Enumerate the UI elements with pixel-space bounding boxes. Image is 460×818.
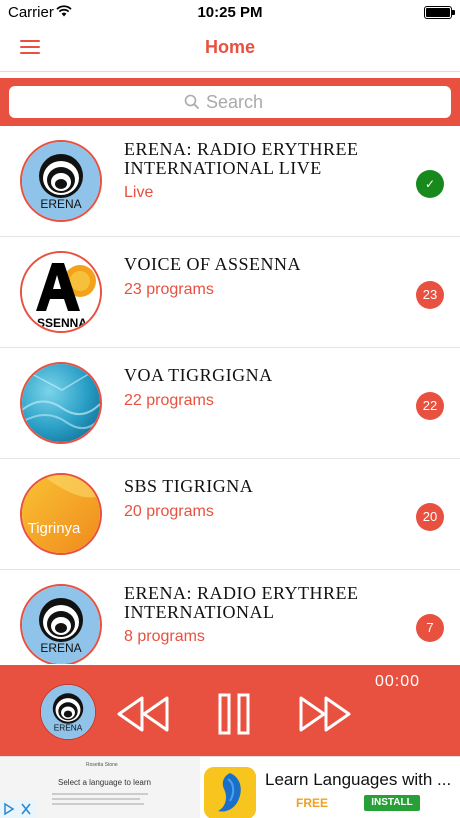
- search-field[interactable]: [9, 86, 451, 118]
- assenna-logo-text: SSENNA: [37, 316, 87, 330]
- battery-icon: [424, 6, 455, 19]
- ad-tagline: Select a language to learn: [58, 778, 151, 787]
- ad-headline: Learn Languages with ...: [265, 770, 452, 789]
- station-name: VOA TIGRGIGNA: [124, 365, 273, 385]
- program-count-badge: 23: [416, 281, 444, 309]
- artwork-logo-text: ERENA: [54, 723, 83, 733]
- station-subtitle: 8 programs: [124, 628, 205, 645]
- erena-logo-text: ERENA: [40, 641, 81, 655]
- status-bar: Carrier 10:25 PM: [0, 0, 460, 26]
- station-row-sbs[interactable]: Tigrinya SBS TIGRIGNA 20 programs 20: [0, 459, 460, 570]
- station-name: ERENA: RADIO ERYTHREE INTERNATIONAL: [124, 583, 359, 622]
- station-subtitle: 20 programs: [124, 503, 214, 520]
- program-count-badge: 7: [416, 614, 444, 642]
- elapsed-time: 00:00: [374, 673, 420, 690]
- clock: 10:25 PM: [197, 4, 263, 21]
- station-row-assenna[interactable]: SSENNA VOICE OF ASSENNA 23 programs 23: [0, 237, 460, 348]
- nav-bar: Home: [0, 26, 460, 72]
- search-icon: [184, 94, 200, 110]
- station-subtitle: Live: [124, 184, 154, 201]
- search-bar: [0, 78, 460, 126]
- sbs-tigrinya-logo: Tigrinya: [20, 473, 102, 555]
- station-subtitle: 23 programs: [124, 281, 214, 298]
- station-subtitle: 22 programs: [124, 392, 214, 409]
- station-row-voa[interactable]: VOA TIGRGIGNA 22 programs 22: [0, 348, 460, 459]
- station-name: ERENA: RADIO ERYTHREE INTERNATIONAL LIVE: [124, 139, 359, 178]
- program-count-badge: 20: [416, 503, 444, 531]
- assenna-logo: SSENNA: [20, 251, 102, 333]
- live-check-badge: ✓: [416, 170, 444, 198]
- ad-banner[interactable]: Rosetta Stone Select a language to learn…: [0, 756, 460, 818]
- now-playing-bar: ERENA 00:00: [0, 665, 460, 756]
- adchoices-icon[interactable]: [0, 800, 36, 818]
- program-count-badge: 22: [416, 392, 444, 420]
- station-name: VOICE OF ASSENNA: [124, 254, 302, 274]
- voa-logo: [20, 362, 102, 444]
- erena-logo-text: ERENA: [40, 197, 81, 211]
- station-row-erena[interactable]: ERENA ERENA: RADIO ERYTHREE INTERNATIONA…: [0, 570, 460, 664]
- station-name: SBS TIGRIGNA: [124, 476, 254, 496]
- erena-logo: ERENA: [20, 584, 102, 664]
- ad-brand: Rosetta Stone: [86, 762, 118, 768]
- station-row-erena-live[interactable]: ERENA ERENA: RADIO ERYTHREE INTERNATIONA…: [0, 126, 460, 237]
- search-input[interactable]: [206, 91, 276, 113]
- pause-icon[interactable]: [218, 693, 250, 735]
- station-list: ERENA ERENA: RADIO ERYTHREE INTERNATIONA…: [0, 126, 460, 664]
- ad-price: FREE: [296, 796, 329, 810]
- sbs-logo-text: Tigrinya: [28, 520, 81, 537]
- rewind-icon[interactable]: [116, 695, 170, 733]
- now-playing-artwork: ERENA: [40, 684, 96, 740]
- erena-logo: ERENA: [20, 140, 102, 222]
- rosetta-stone-app-icon: [204, 767, 256, 818]
- page-title: Home: [204, 37, 255, 57]
- install-button[interactable]: INSTALL: [364, 795, 420, 811]
- fast-forward-icon[interactable]: [298, 695, 352, 733]
